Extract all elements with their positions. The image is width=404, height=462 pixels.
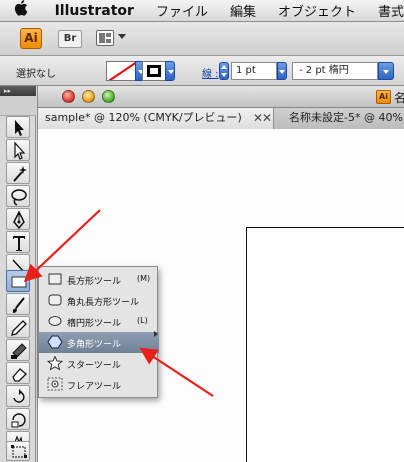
arrange-documents-icon[interactable] — [96, 30, 114, 46]
minimize-window-button[interactable] — [82, 90, 95, 103]
stroke-weight-stepper[interactable] — [219, 62, 229, 80]
artboard[interactable] — [246, 227, 404, 462]
flyout-item-ellipse[interactable]: 楕円形ツール (L) — [39, 311, 159, 332]
lasso-icon — [11, 189, 27, 206]
selection-tool[interactable] — [6, 116, 30, 138]
blob-brush-tool[interactable] — [6, 339, 30, 361]
variable-width-profile-select[interactable]: - 2 pt 楕円 — [292, 62, 378, 80]
stroke-panel-link[interactable]: 線 : — [202, 65, 219, 80]
rotate-icon — [13, 389, 25, 403]
pen-nib-icon — [13, 210, 25, 230]
menu-bar: Illustrator ファイル 編集 オブジェクト 書式 — [0, 0, 404, 22]
illustrator-app-icon[interactable]: Ai — [20, 28, 42, 49]
rectangle-tool-icon — [11, 276, 27, 288]
flyout-item-label: 角丸長方形ツール — [67, 298, 140, 308]
apple-menu-icon[interactable] — [14, 0, 29, 22]
menu-app-name[interactable]: Illustrator — [55, 3, 134, 19]
magic-wand-icon — [13, 166, 27, 182]
polygon-icon — [47, 335, 63, 349]
rectangle-tool-active[interactable] — [6, 270, 30, 292]
scale-tool[interactable] — [6, 408, 30, 430]
chevron-down-icon[interactable] — [118, 34, 126, 39]
blob-brush-icon — [11, 343, 27, 359]
direct-selection-arrow-icon — [14, 141, 26, 160]
pen-tool[interactable] — [6, 208, 30, 230]
flyout-item-label: 長方形ツール — [67, 277, 122, 287]
tools-panel-grip[interactable] — [0, 96, 36, 116]
stroke-weight-dropdown[interactable] — [277, 62, 287, 80]
tab-label: sample* @ 120% (CMYK/プレビュー) — [45, 111, 242, 124]
flyout-item-shortcut: (M) — [137, 274, 151, 283]
selection-status: 選択なし — [16, 69, 56, 80]
rotate-tool[interactable] — [6, 385, 30, 407]
menu-edit[interactable]: 編集 — [230, 1, 256, 20]
go-to-bridge-button[interactable]: Br — [58, 30, 82, 48]
lasso-tool[interactable] — [6, 185, 30, 207]
stroke-dropdown-button[interactable] — [165, 61, 175, 81]
flyout-item-polygon[interactable]: 多角形ツール — [39, 332, 159, 353]
tearoff-arrow-icon[interactable] — [154, 331, 158, 337]
flyout-item-shortcut: (L) — [137, 316, 148, 325]
tab-sample[interactable]: sample* @ 120% (CMYK/プレビュー) ✕ — [38, 108, 274, 129]
flare-icon — [47, 377, 63, 391]
flyout-item-rounded-rectangle[interactable]: 角丸長方形ツール — [39, 290, 159, 311]
type-t-icon — [13, 236, 25, 251]
close-window-button[interactable] — [62, 90, 75, 103]
menu-object[interactable]: オブジェクト — [278, 1, 356, 20]
zoom-window-button[interactable] — [102, 90, 115, 103]
flyout-item-rectangle[interactable]: 長方形ツール (M) — [39, 269, 159, 290]
fill-color-swatch[interactable] — [106, 61, 136, 81]
tab-untitled-5[interactable]: ✕ 名称未設定-5* @ 40% (C — [262, 108, 404, 129]
flyout-item-flare[interactable]: フレアツール — [39, 374, 159, 395]
document-window-title: 名 — [394, 91, 404, 105]
collapse-panel-icon[interactable]: ▸▸ — [4, 87, 11, 95]
application-bar: Ai Br — [0, 22, 404, 56]
stroke-square-icon — [147, 65, 161, 77]
flyout-item-label: スターツール — [67, 361, 121, 371]
free-transform-icon — [11, 445, 27, 458]
direct-selection-tool[interactable] — [6, 139, 30, 161]
document-title-bar[interactable]: Ai 名 — [38, 86, 404, 108]
tab-label: 名称未設定-5* @ 40% (C — [289, 111, 404, 124]
flyout-item-star[interactable]: スターツール — [39, 353, 159, 374]
pencil-icon — [11, 320, 27, 336]
pencil-tool[interactable] — [6, 316, 30, 338]
tools-panel-header[interactable]: ▸▸ — [0, 86, 36, 96]
rounded-rectangle-icon — [48, 294, 62, 306]
magic-wand-tool[interactable] — [6, 162, 30, 184]
paintbrush-icon — [12, 297, 25, 313]
eraser-icon — [12, 368, 27, 382]
rectangle-icon — [48, 273, 62, 285]
shape-tools-flyout: 長方形ツール (M) 角丸長方形ツール 楕円形ツール (L) 多角形ツール スタ… — [38, 266, 159, 398]
close-tab-icon[interactable]: ✕ — [262, 108, 276, 129]
tools-panel: ▸▸ — [0, 86, 36, 462]
flyout-item-label: 多角形ツール — [67, 340, 122, 350]
ellipse-icon — [48, 316, 62, 326]
stroke-weight-field[interactable]: 1 pt — [231, 62, 277, 80]
selection-arrow-icon — [15, 120, 24, 136]
paintbrush-tool[interactable] — [6, 293, 30, 315]
star-icon — [47, 356, 63, 370]
free-transform-tool[interactable] — [6, 441, 30, 461]
brush-dropdown-button[interactable] — [378, 62, 394, 80]
type-tool[interactable] — [6, 231, 30, 253]
flyout-item-label: フレアツール — [67, 382, 122, 392]
document-tab-bar: sample* @ 120% (CMYK/プレビュー) ✕ ✕ 名称未設定-5*… — [38, 108, 404, 129]
document-ai-icon: Ai — [376, 90, 391, 104]
scale-icon — [11, 413, 26, 428]
control-panel: 選択なし 線 : 1 pt - 2 pt 楕円 — [0, 56, 404, 86]
none-color-slash-icon — [107, 62, 135, 80]
menu-type[interactable]: 書式 — [378, 1, 404, 20]
eraser-tool[interactable] — [6, 362, 30, 384]
flyout-item-label: 楕円形ツール — [67, 319, 122, 329]
stroke-color-swatch[interactable] — [142, 61, 166, 81]
menu-file[interactable]: ファイル — [156, 1, 208, 20]
